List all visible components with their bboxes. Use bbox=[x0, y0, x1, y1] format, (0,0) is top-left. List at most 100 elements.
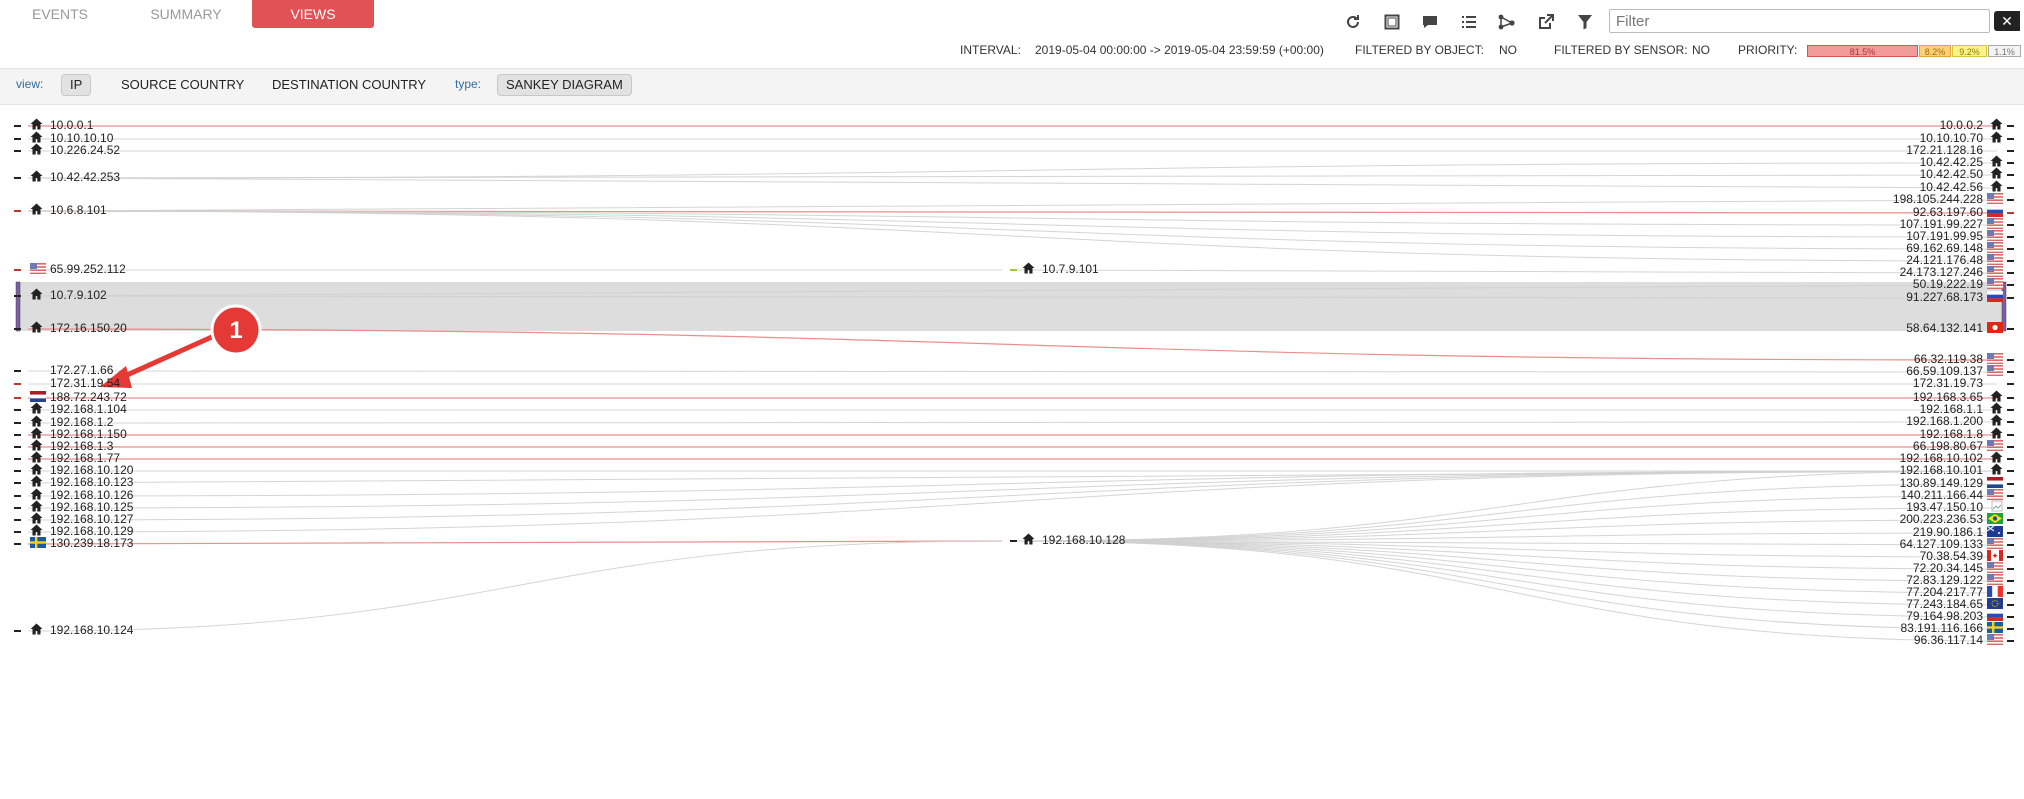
sankey-link[interactable] bbox=[27, 210, 1998, 238]
sankey-link[interactable] bbox=[1017, 269, 1998, 274]
node-marker[interactable] bbox=[14, 630, 21, 632]
sankey-link[interactable] bbox=[1017, 540, 1998, 606]
node-marker[interactable] bbox=[2007, 483, 2014, 485]
sankey-link[interactable] bbox=[27, 540, 1003, 632]
node-marker[interactable] bbox=[14, 422, 21, 424]
priority-bar-medium[interactable]: 8.2% bbox=[1919, 45, 1951, 57]
node-marker[interactable] bbox=[14, 177, 21, 179]
priority-bar-low[interactable]: 9.2% bbox=[1952, 45, 1987, 57]
node-marker[interactable] bbox=[2007, 568, 2014, 570]
node-marker[interactable] bbox=[2007, 544, 2014, 546]
node-marker[interactable] bbox=[2007, 236, 2014, 238]
node-marker[interactable] bbox=[2007, 248, 2014, 250]
node-marker[interactable] bbox=[2007, 556, 2014, 558]
node-marker[interactable] bbox=[2007, 174, 2014, 176]
right-node[interactable]: 91.227.68.173 bbox=[1906, 290, 2004, 304]
comment-icon[interactable] bbox=[1418, 10, 1442, 34]
node-marker[interactable] bbox=[2007, 434, 2014, 436]
view-destination-country-button[interactable]: DESTINATION COUNTRY bbox=[263, 74, 435, 96]
node-marker[interactable] bbox=[2007, 421, 2014, 423]
node-marker[interactable] bbox=[14, 295, 21, 297]
node-marker[interactable] bbox=[14, 150, 21, 152]
node-marker[interactable] bbox=[2007, 519, 2014, 521]
middle-node[interactable]: 192.168.10.128 bbox=[1022, 533, 1125, 547]
node-marker[interactable] bbox=[2007, 371, 2014, 373]
node-marker[interactable] bbox=[2007, 580, 2014, 582]
node-marker[interactable] bbox=[2007, 272, 2014, 274]
node-marker[interactable] bbox=[14, 495, 21, 497]
node-marker[interactable] bbox=[2007, 383, 2014, 385]
sankey-link[interactable] bbox=[1017, 495, 1998, 542]
right-node[interactable]: 200.223.236.53 bbox=[1900, 512, 2003, 526]
left-node[interactable]: 172.16.150.20 bbox=[30, 321, 127, 335]
node-marker[interactable] bbox=[14, 328, 21, 330]
sankey-link[interactable] bbox=[27, 470, 1998, 497]
node-marker[interactable] bbox=[2007, 532, 2014, 534]
node-marker[interactable] bbox=[14, 458, 21, 460]
external-link-icon[interactable] bbox=[1534, 10, 1558, 34]
highlight-node-bar[interactable] bbox=[15, 281, 21, 332]
node-marker[interactable] bbox=[14, 210, 21, 212]
left-node[interactable]: 192.168.10.124 bbox=[30, 623, 133, 637]
node-marker[interactable] bbox=[2007, 359, 2014, 361]
right-node[interactable]: 10.42.42.50 bbox=[1920, 167, 2003, 181]
left-node[interactable]: 130.239.18.173 bbox=[30, 536, 133, 550]
sankey-link[interactable] bbox=[27, 370, 1998, 373]
left-node[interactable]: 10.7.9.102 bbox=[30, 288, 107, 302]
sankey-link[interactable] bbox=[27, 470, 1998, 533]
sankey-link[interactable] bbox=[27, 540, 1003, 545]
tab-events[interactable]: EVENTS bbox=[10, 0, 110, 28]
sankey-link[interactable] bbox=[27, 177, 1998, 189]
right-node[interactable]: 96.36.117.14 bbox=[1914, 633, 2003, 647]
node-marker[interactable] bbox=[14, 383, 21, 385]
highlight-flow-band[interactable] bbox=[18, 282, 2006, 331]
node-marker[interactable] bbox=[2007, 162, 2014, 164]
node-marker[interactable] bbox=[2007, 150, 2014, 152]
fullscreen-icon[interactable] bbox=[1380, 10, 1404, 34]
type-sankey-diagram-button[interactable]: SANKEY DIAGRAM bbox=[497, 74, 632, 96]
list-icon[interactable] bbox=[1457, 10, 1481, 34]
node-marker[interactable] bbox=[2007, 628, 2014, 630]
priority-bar-high[interactable]: 81.5% bbox=[1807, 45, 1918, 57]
filter-icon[interactable] bbox=[1573, 10, 1597, 34]
priority-bar-info[interactable]: 1.1% bbox=[1988, 45, 2021, 57]
node-marker[interactable] bbox=[2007, 458, 2014, 460]
node-marker[interactable] bbox=[2007, 616, 2014, 618]
right-node[interactable]: 198.105.244.228 bbox=[1893, 192, 2003, 206]
node-marker[interactable] bbox=[2007, 507, 2014, 509]
left-node[interactable]: 10.0.0.1 bbox=[30, 118, 93, 132]
node-marker[interactable] bbox=[2007, 212, 2014, 214]
node-marker[interactable] bbox=[2007, 640, 2014, 642]
node-marker[interactable] bbox=[14, 269, 21, 271]
node-marker[interactable] bbox=[14, 138, 21, 140]
node-marker[interactable] bbox=[2007, 592, 2014, 594]
right-node[interactable]: 172.31.19.73 bbox=[1913, 376, 2003, 390]
node-marker[interactable] bbox=[14, 519, 21, 521]
node-marker[interactable] bbox=[1010, 540, 1017, 542]
sankey-link[interactable] bbox=[1017, 540, 1998, 570]
node-marker[interactable] bbox=[2007, 470, 2014, 472]
left-node[interactable]: 65.99.252.112 bbox=[30, 262, 126, 276]
node-marker[interactable] bbox=[2007, 328, 2014, 330]
left-node[interactable]: 192.168.10.123 bbox=[30, 475, 133, 489]
view-source-country-button[interactable]: SOURCE COUNTRY bbox=[112, 74, 253, 96]
left-node[interactable]: 10.226.24.52 bbox=[30, 143, 120, 157]
node-marker[interactable] bbox=[2007, 297, 2014, 299]
node-marker[interactable] bbox=[14, 370, 21, 372]
sankey-link[interactable] bbox=[27, 199, 1998, 212]
node-marker[interactable] bbox=[14, 470, 21, 472]
node-marker[interactable] bbox=[2007, 397, 2014, 399]
node-marker[interactable] bbox=[14, 397, 21, 399]
tab-summary[interactable]: SUMMARY bbox=[130, 0, 242, 28]
node-marker[interactable] bbox=[2007, 604, 2014, 606]
graph-icon[interactable] bbox=[1495, 10, 1519, 34]
node-marker[interactable] bbox=[2007, 446, 2014, 448]
left-node[interactable]: 172.27.1.66 bbox=[30, 363, 113, 377]
node-marker[interactable] bbox=[14, 125, 21, 127]
node-marker[interactable] bbox=[14, 446, 21, 448]
right-node[interactable]: 58.64.132.141 bbox=[1906, 321, 2003, 335]
left-node[interactable]: 192.168.1.104 bbox=[30, 402, 127, 416]
tab-views[interactable]: VIEWS bbox=[252, 0, 374, 28]
node-marker[interactable] bbox=[14, 507, 21, 509]
node-marker[interactable] bbox=[14, 409, 21, 411]
